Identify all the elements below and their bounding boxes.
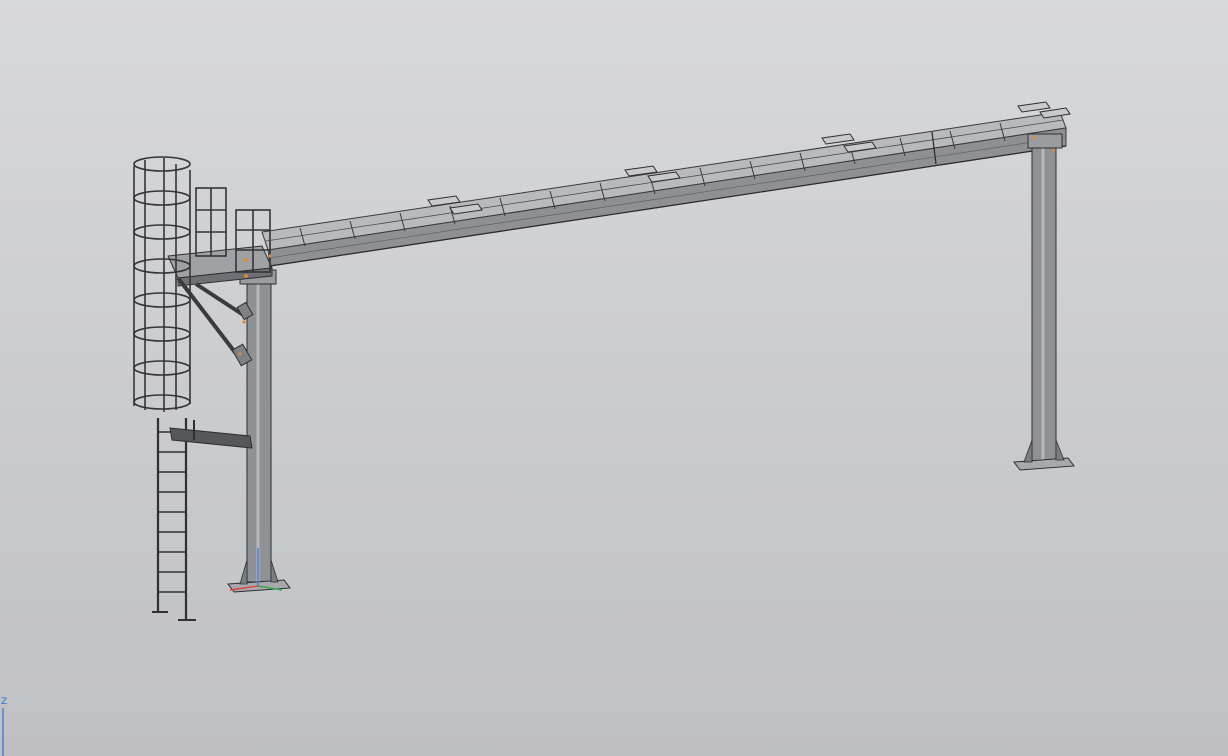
beam-bottom-edge: [269, 145, 1067, 267]
right-column-cap: [1027, 133, 1063, 149]
left-column-gusset: [270, 559, 279, 583]
left-column-gusset: [239, 559, 248, 585]
beam-side-face: [267, 127, 1067, 267]
ladder-feet: [152, 611, 196, 621]
ladder-stiles: [156, 418, 188, 620]
left-column[interactable]: [227, 269, 291, 593]
beam-top-face: [261, 111, 1067, 251]
axis-z-label: Z: [1, 697, 8, 707]
3d-viewport[interactable]: Z: [0, 0, 1228, 756]
right-column[interactable]: [1013, 133, 1075, 471]
beam-chord-line: [268, 136, 1067, 259]
ladder-wall-bracket: [169, 427, 253, 449]
main-beam[interactable]: [261, 111, 1067, 267]
right-column-base-plate: [1013, 457, 1075, 471]
cage-ladder[interactable]: [133, 156, 253, 621]
right-column-gusset: [1055, 439, 1065, 461]
right-column-gusset: [1023, 439, 1033, 463]
ladder-rungs: [158, 431, 186, 593]
3d-model-scene[interactable]: [0, 0, 1228, 756]
